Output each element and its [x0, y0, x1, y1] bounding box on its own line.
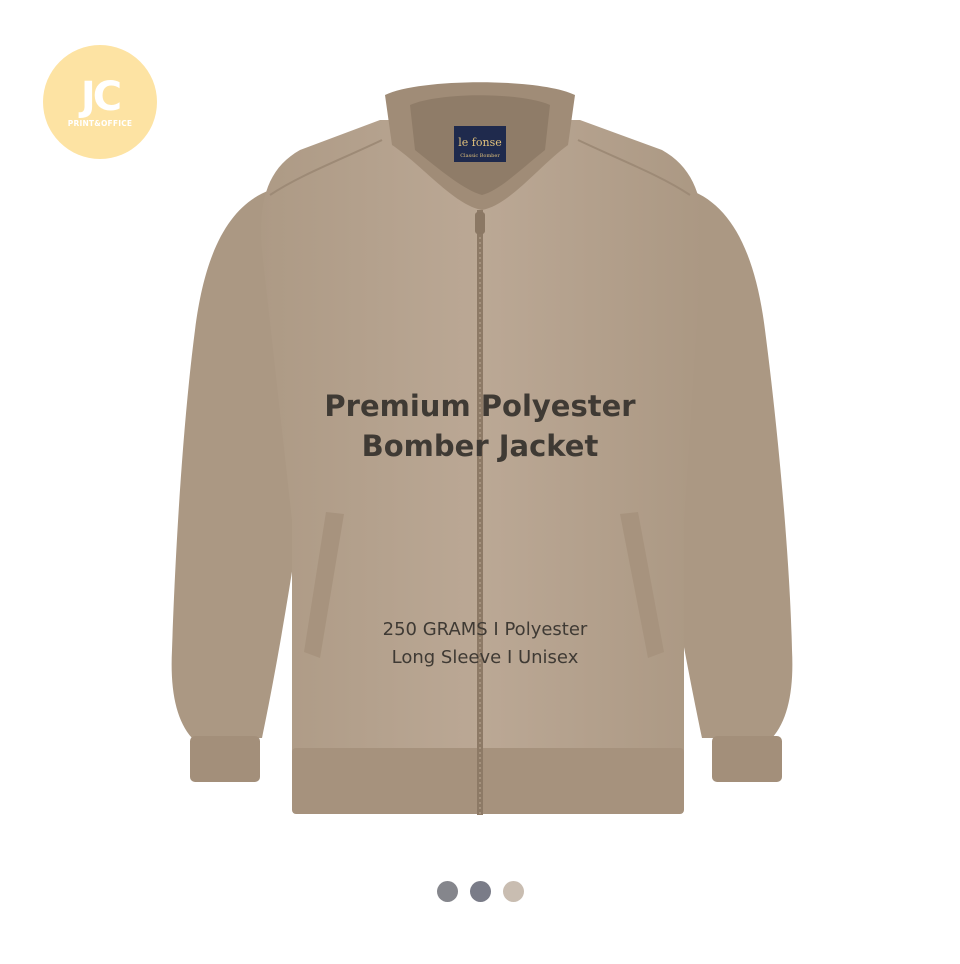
color-swatch-slate[interactable] [469, 881, 491, 902]
hem-band [292, 748, 684, 814]
brand-logo: JC PRINT&OFFICE [43, 45, 157, 159]
color-swatch-group [0, 881, 960, 902]
color-swatch-khaki[interactable] [502, 881, 524, 902]
product-spec-line1: 250 GRAMS I Polyester [382, 619, 588, 640]
zipper-pull [475, 212, 485, 234]
product-title-line1: Premium Polyester [324, 389, 636, 423]
product-title: Premium Polyester Bomber Jacket [290, 386, 670, 466]
product-specs: 250 GRAMS I Polyester Long Sleeve I Unis… [300, 616, 670, 672]
garment-label-brand: le fonse [458, 136, 501, 149]
product-image: le fonse Classic Bomber [0, 0, 960, 960]
color-swatch-grey[interactable] [436, 881, 458, 902]
brand-logo-subtext: PRINT&OFFICE [67, 119, 133, 128]
garment-label-tagline: Classic Bomber [460, 153, 500, 159]
product-title-line2: Bomber Jacket [361, 429, 599, 463]
product-spec-line2: Long Sleeve I Unisex [391, 647, 579, 668]
bomber-jacket-illustration: le fonse Classic Bomber [171, 82, 793, 815]
left-cuff [190, 736, 260, 782]
brand-logo-mark: JC [80, 74, 122, 120]
right-cuff [712, 736, 782, 782]
